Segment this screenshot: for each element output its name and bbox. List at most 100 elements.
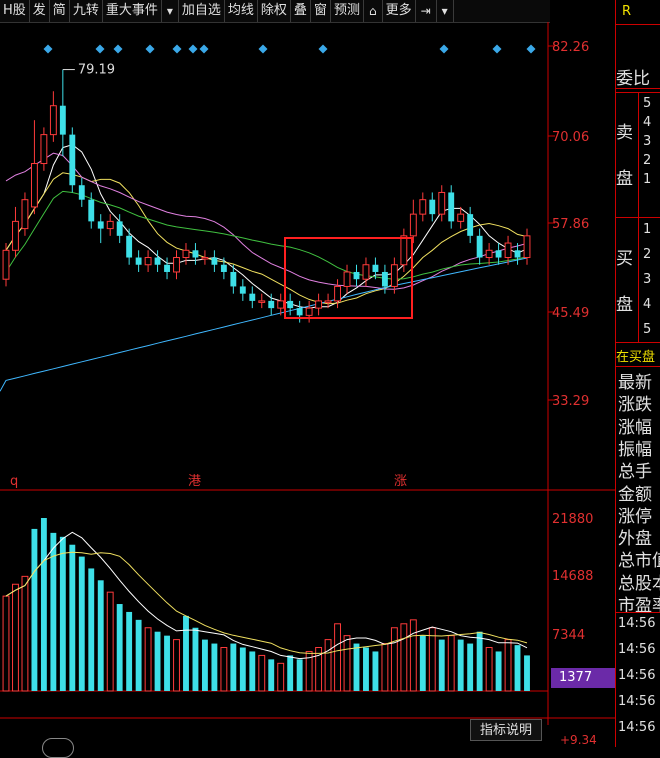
volume-bar-down <box>201 639 208 691</box>
candle-down <box>116 221 123 236</box>
volume-bar-up <box>447 635 455 692</box>
candle-up <box>12 220 19 251</box>
event-diamond-icon <box>113 44 123 54</box>
candle-down <box>495 250 502 258</box>
nine-turn-tab[interactable]: 九转 <box>70 0 103 22</box>
candle-down <box>154 257 161 265</box>
events-dropdown-icon[interactable]: ▾ <box>162 0 179 22</box>
candle-up <box>334 285 341 302</box>
volume-bar-up <box>173 639 180 692</box>
sell-level-number: 5 <box>643 96 652 111</box>
quote-field-label: 振幅 <box>618 439 652 460</box>
candle-down <box>88 199 95 222</box>
home-icon[interactable]: ⌂ <box>364 0 383 22</box>
candle-up <box>457 213 465 222</box>
volume-bar-up <box>428 627 436 692</box>
candle-down <box>268 300 275 309</box>
event-diamond-icon <box>258 44 268 54</box>
max-price-label: 79.19 <box>78 63 115 78</box>
panel-divider <box>616 217 660 218</box>
candle-down <box>372 264 379 272</box>
quote-field-label: 涨停 <box>618 506 652 527</box>
event-marker-label: 涨 <box>394 474 407 489</box>
candle-down <box>353 271 360 280</box>
candle-up <box>201 257 209 260</box>
candle-up <box>362 264 370 280</box>
publish-tab[interactable]: 发 <box>30 0 50 22</box>
volume-bar-down <box>419 635 426 691</box>
candle-down <box>381 271 388 287</box>
candle-down <box>69 134 76 186</box>
candle-up <box>182 249 190 259</box>
candle-up <box>390 264 398 287</box>
volume-bar-up <box>485 647 493 692</box>
candle-down <box>476 235 483 258</box>
candle-down <box>429 199 436 215</box>
candle-up <box>324 300 332 303</box>
quote-field-label: 外盘 <box>618 529 652 550</box>
kline-chart[interactable]: 82.26 70.06 57.86 45.49 33.29 21880 14688 7344 7… <box>0 22 615 725</box>
trade-time: 14:56 <box>618 694 656 709</box>
candle-down <box>296 308 303 316</box>
buy-level-number: 2 <box>643 247 652 262</box>
candle-down <box>97 221 104 229</box>
more-button[interactable]: 更多 <box>383 0 416 22</box>
volume-bar-up <box>381 643 389 692</box>
candle-up <box>258 300 266 303</box>
candle-down <box>135 257 142 265</box>
circle-icon[interactable] <box>42 738 74 758</box>
trade-time: 14:56 <box>618 642 656 657</box>
volume-bar-down <box>40 518 47 691</box>
sell-level-number: 3 <box>643 134 652 149</box>
volume-axis-label: 7344 <box>552 628 585 643</box>
volume-bar-down <box>183 615 189 691</box>
candle-up <box>106 220 114 230</box>
volume-bar-down <box>495 651 502 691</box>
forecast-button[interactable]: 预测 <box>331 0 364 22</box>
volume-bar-down <box>438 639 445 691</box>
candle-down <box>448 192 455 222</box>
bottom-percent: +9.34 <box>560 733 597 747</box>
quote-field-label: 涨跌 <box>618 395 652 416</box>
sell-level-number: 2 <box>643 153 652 168</box>
sell-label: 卖 <box>616 123 633 143</box>
volume-bar-down <box>230 643 237 691</box>
volume-axis-label: 14688 <box>552 569 593 584</box>
exit-icon[interactable]: ⇥ <box>416 0 437 22</box>
quote-field-label: 最新 <box>618 373 652 393</box>
price-axis-label: 33.29 <box>552 394 589 409</box>
volume-bar-up <box>277 662 285 692</box>
add-favorite-button[interactable]: 加自选 <box>179 0 225 22</box>
candle-down <box>126 235 133 258</box>
candle-up <box>144 257 152 266</box>
volume-bar-down <box>239 647 246 691</box>
simple-tab[interactable]: 简 <box>50 0 70 22</box>
event-diamond-icon <box>188 44 198 54</box>
buy-level-number: 1 <box>643 222 652 237</box>
volume-bar-down <box>69 544 76 691</box>
volume-bar-up <box>390 627 398 692</box>
volume-bar-up <box>12 583 19 692</box>
indicator-help-button[interactable]: 指标说明 <box>470 719 542 741</box>
event-diamond-icon <box>43 44 53 54</box>
volume-bar-up <box>409 619 417 692</box>
volume-bar-up <box>106 591 114 692</box>
price-axis-label: 57.86 <box>552 217 589 232</box>
volume-bar-down <box>296 659 303 691</box>
candle-up <box>2 249 10 280</box>
hk-share-tab[interactable]: H股 <box>0 0 30 22</box>
candle-up <box>343 271 351 287</box>
volume-bar-up <box>334 623 341 692</box>
volume-bar-down <box>287 655 294 691</box>
window-button[interactable]: 窗 <box>311 0 331 22</box>
volume-bar-up <box>400 623 408 692</box>
ex-rights-button[interactable]: 除权 <box>258 0 291 22</box>
major-events-tab[interactable]: 重大事件 <box>103 0 162 22</box>
quote-panel: R委比卖盘54321买盘12345在买盘最新涨跌涨幅振幅总手金额涨停外盘总市值总… <box>615 0 660 747</box>
candle-down <box>249 293 256 301</box>
more-dropdown-icon[interactable]: ▾ <box>437 0 454 22</box>
ma-button[interactable]: 均线 <box>225 0 258 22</box>
quote-field-label: 总市值 <box>618 551 660 572</box>
candle-down <box>59 105 66 135</box>
overlay-button[interactable]: 叠 <box>291 0 311 22</box>
